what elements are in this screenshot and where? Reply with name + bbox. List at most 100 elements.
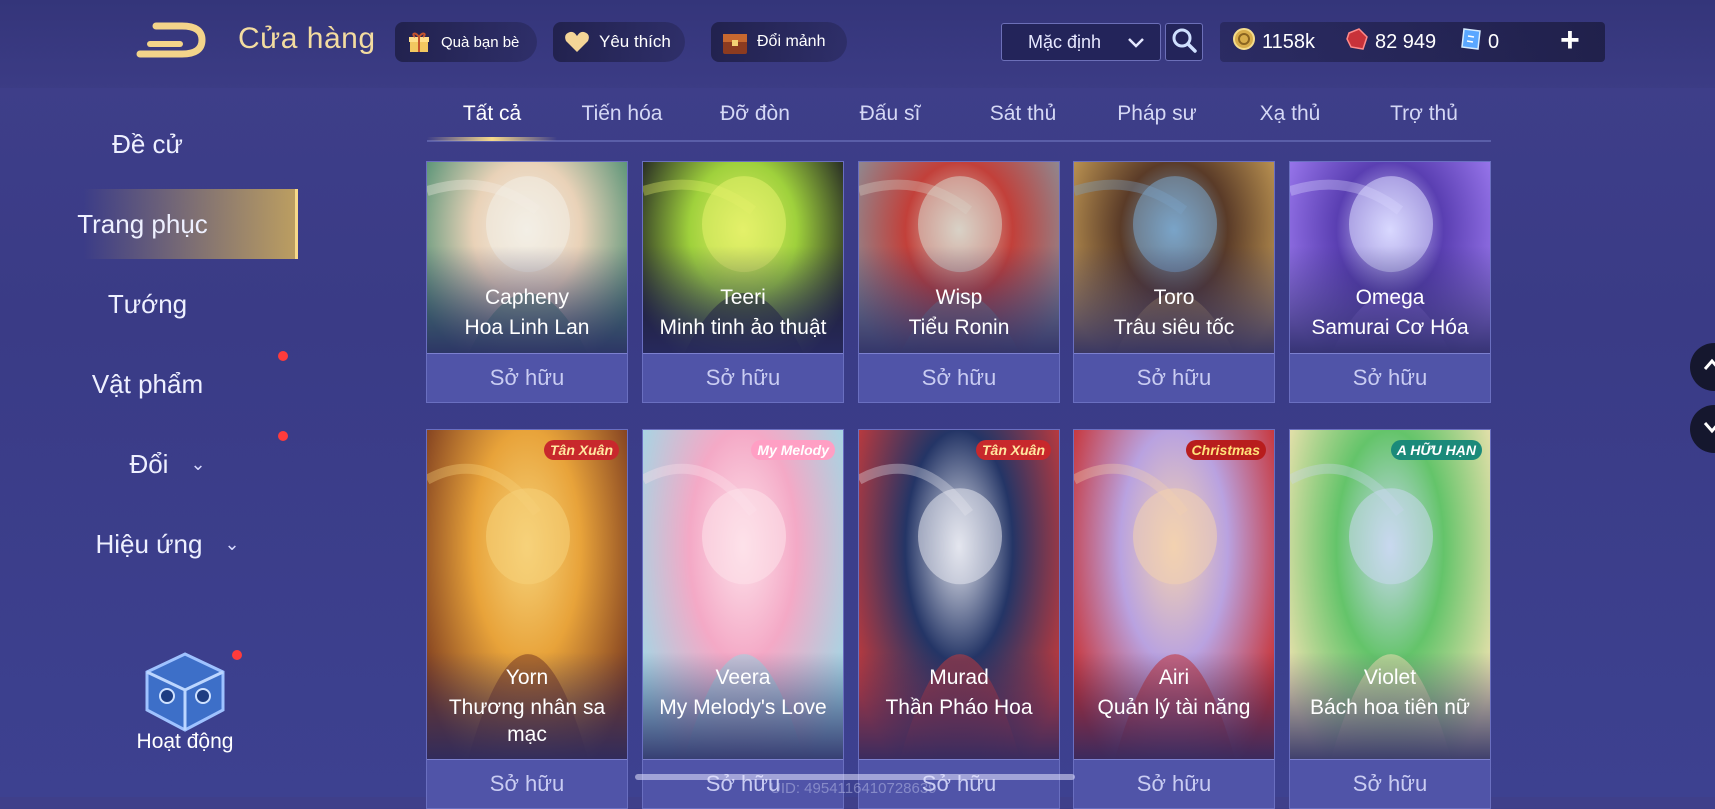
tab-tank[interactable]: Đỡ đòn bbox=[690, 102, 820, 126]
gem-value: 82 949 bbox=[1375, 30, 1437, 53]
friend-gift-label: Quà bạn bè bbox=[441, 33, 520, 51]
voucher-icon bbox=[1460, 27, 1482, 57]
hero-name: Omega bbox=[1355, 286, 1425, 309]
hero-name: Airi bbox=[1158, 666, 1190, 689]
owned-status: Sở hữu bbox=[427, 353, 627, 402]
owned-status: Sở hữu bbox=[1290, 759, 1490, 808]
owned-status: Sở hữu bbox=[1290, 353, 1490, 402]
activity-button[interactable]: Hoạt động bbox=[130, 648, 240, 768]
search-button[interactable] bbox=[1165, 23, 1203, 61]
chevron-down-icon: ⌄ bbox=[190, 453, 206, 474]
sidebar-item-items[interactable]: Vật phẩm bbox=[0, 349, 295, 419]
add-currency-button[interactable]: + bbox=[1560, 20, 1580, 60]
tab-support[interactable]: Trợ thủ bbox=[1359, 102, 1489, 126]
active-tab-indicator bbox=[427, 137, 557, 141]
skin-name: Hoa Linh Lan bbox=[464, 316, 590, 339]
sort-dropdown[interactable]: Mặc định bbox=[1001, 23, 1161, 61]
voucher-currency: 0 bbox=[1460, 27, 1499, 57]
skin-name: Minh tinh ảo thuật bbox=[659, 316, 827, 339]
skin-card[interactable]: Christmas Airi Quản lý tài năng Sở hữu bbox=[1073, 429, 1275, 809]
top-bar: Cửa hàng Quà bạn bè Yêu thích Đổi mảnh M… bbox=[0, 0, 1715, 88]
skin-card[interactable]: My Melody Veera My Melody's Love Sở hữu bbox=[642, 429, 844, 809]
scroll-up-button[interactable] bbox=[1690, 343, 1715, 391]
favorites-label: Yêu thích bbox=[599, 32, 671, 51]
skin-card[interactable]: Teeri Minh tinh ảo thuật Sở hữu bbox=[642, 161, 844, 403]
tab-all[interactable]: Tất cả bbox=[427, 102, 557, 126]
sidebar-item-label: Tướng bbox=[107, 288, 188, 319]
skin-card[interactable]: Tân Xuân Murad Thần Pháo Hoa Sở hữu bbox=[858, 429, 1060, 809]
skin-name: Quản lý tài năng bbox=[1097, 696, 1251, 719]
chevron-up-icon bbox=[1702, 355, 1715, 380]
red-gem-icon bbox=[1345, 27, 1369, 57]
event-badge: My Melody bbox=[751, 440, 835, 460]
shard-chest-icon bbox=[721, 28, 749, 56]
skin-name: Thần Pháo Hoa bbox=[885, 696, 1033, 719]
hero-name: Veera bbox=[715, 666, 771, 689]
tab-marksman[interactable]: Xạ thủ bbox=[1225, 102, 1355, 126]
sidebar-item-label: Hiệu ứng bbox=[95, 528, 203, 559]
skin-card[interactable]: Omega Samurai Cơ Hóa Sở hữu bbox=[1289, 161, 1491, 403]
friend-gift-button[interactable]: Quà bạn bè bbox=[395, 22, 537, 62]
skin-card[interactable]: Capheny Hoa Linh Lan Sở hữu bbox=[426, 161, 628, 403]
skin-name: Thương nhân sa mạc bbox=[448, 696, 606, 746]
chevron-down-icon bbox=[1126, 33, 1146, 58]
heart-icon bbox=[563, 28, 591, 56]
chevron-down-icon: ⌄ bbox=[224, 533, 240, 554]
gold-value: 1158k bbox=[1262, 30, 1316, 53]
hero-name: Violet bbox=[1363, 666, 1417, 689]
skin-name: My Melody's Love bbox=[659, 696, 827, 719]
gold-coin-icon bbox=[1232, 27, 1256, 57]
event-badge: A HỮU HẠN bbox=[1390, 440, 1482, 460]
sidebar-item-exchange[interactable]: Đổi ⌄ bbox=[0, 429, 295, 499]
voucher-value: 0 bbox=[1488, 30, 1500, 53]
event-badge: Tân Xuân bbox=[975, 440, 1051, 460]
skin-name: Trâu siêu tốc bbox=[1113, 316, 1235, 339]
hero-name: Wisp bbox=[935, 286, 983, 309]
sidebar-item-label: Đề cử bbox=[112, 128, 183, 159]
sidebar-item-label: Trang phục bbox=[77, 208, 208, 239]
owned-status: Sở hữu bbox=[427, 759, 627, 808]
skin-card[interactable]: Wisp Tiểu Ronin Sở hữu bbox=[858, 161, 1060, 403]
back-arrow-icon[interactable] bbox=[136, 20, 208, 60]
skin-name: Samurai Cơ Hóa bbox=[1311, 316, 1469, 339]
sidebar-item-skins[interactable]: Trang phục bbox=[60, 189, 298, 259]
exchange-shards-button[interactable]: Đổi mảnh bbox=[711, 22, 847, 62]
hero-name: Yorn bbox=[505, 666, 549, 689]
owned-status: Sở hữu bbox=[1074, 759, 1274, 808]
favorites-button[interactable]: Yêu thích bbox=[553, 22, 685, 62]
gift-icon bbox=[405, 28, 433, 56]
exchange-shards-label: Đổi mảnh bbox=[757, 33, 826, 50]
tab-evolution[interactable]: Tiến hóa bbox=[557, 102, 687, 126]
hero-name: Teeri bbox=[720, 286, 766, 309]
tab-warrior[interactable]: Đấu sĩ bbox=[825, 102, 955, 126]
hero-name: Murad bbox=[929, 666, 989, 689]
sidebar-item-label: Đổi bbox=[129, 448, 169, 479]
sidebar-item-recommended[interactable]: Đề cử bbox=[0, 109, 295, 179]
sidebar-item-label: Vật phẩm bbox=[91, 368, 204, 399]
hero-name: Capheny bbox=[484, 286, 570, 309]
hero-name: Toro bbox=[1153, 286, 1195, 309]
gem-currency: 82 949 bbox=[1345, 27, 1436, 57]
owned-status: Sở hữu bbox=[643, 353, 843, 402]
notification-dot bbox=[278, 431, 288, 441]
activity-label: Hoạt động bbox=[136, 730, 234, 753]
skin-card[interactable]: A HỮU HẠN Violet Bách hoa tiên nữ Sở hữu bbox=[1289, 429, 1491, 809]
event-badge: Tân Xuân bbox=[543, 440, 619, 460]
skin-card[interactable]: Toro Trâu siêu tốc Sở hữu bbox=[1073, 161, 1275, 403]
skin-card[interactable]: Tân Xuân Yorn Thương nhân sa mạc Sở hữu bbox=[426, 429, 628, 809]
scroll-down-button[interactable] bbox=[1690, 405, 1715, 453]
skin-name: Tiểu Ronin bbox=[908, 316, 1010, 339]
gold-currency: 1158k bbox=[1232, 27, 1315, 57]
tab-mage[interactable]: Pháp sư bbox=[1092, 102, 1222, 126]
notification-dot bbox=[278, 351, 288, 361]
chevron-down-icon bbox=[1702, 417, 1715, 442]
category-tabs: Tất cả Tiến hóa Đỡ đòn Đấu sĩ Sát thủ Ph… bbox=[427, 96, 1491, 142]
tab-assassin[interactable]: Sát thủ bbox=[958, 102, 1088, 126]
owned-status: Sở hữu bbox=[859, 353, 1059, 402]
sidebar-item-effects[interactable]: Hiệu ứng ⌄ bbox=[0, 509, 295, 579]
sidebar-item-heroes[interactable]: Tướng bbox=[0, 269, 295, 339]
owned-status: Sở hữu bbox=[1074, 353, 1274, 402]
event-badge: Christmas bbox=[1185, 440, 1266, 460]
uid-watermark: UID: 4954116410728639 bbox=[770, 780, 937, 797]
search-icon bbox=[1171, 27, 1197, 58]
